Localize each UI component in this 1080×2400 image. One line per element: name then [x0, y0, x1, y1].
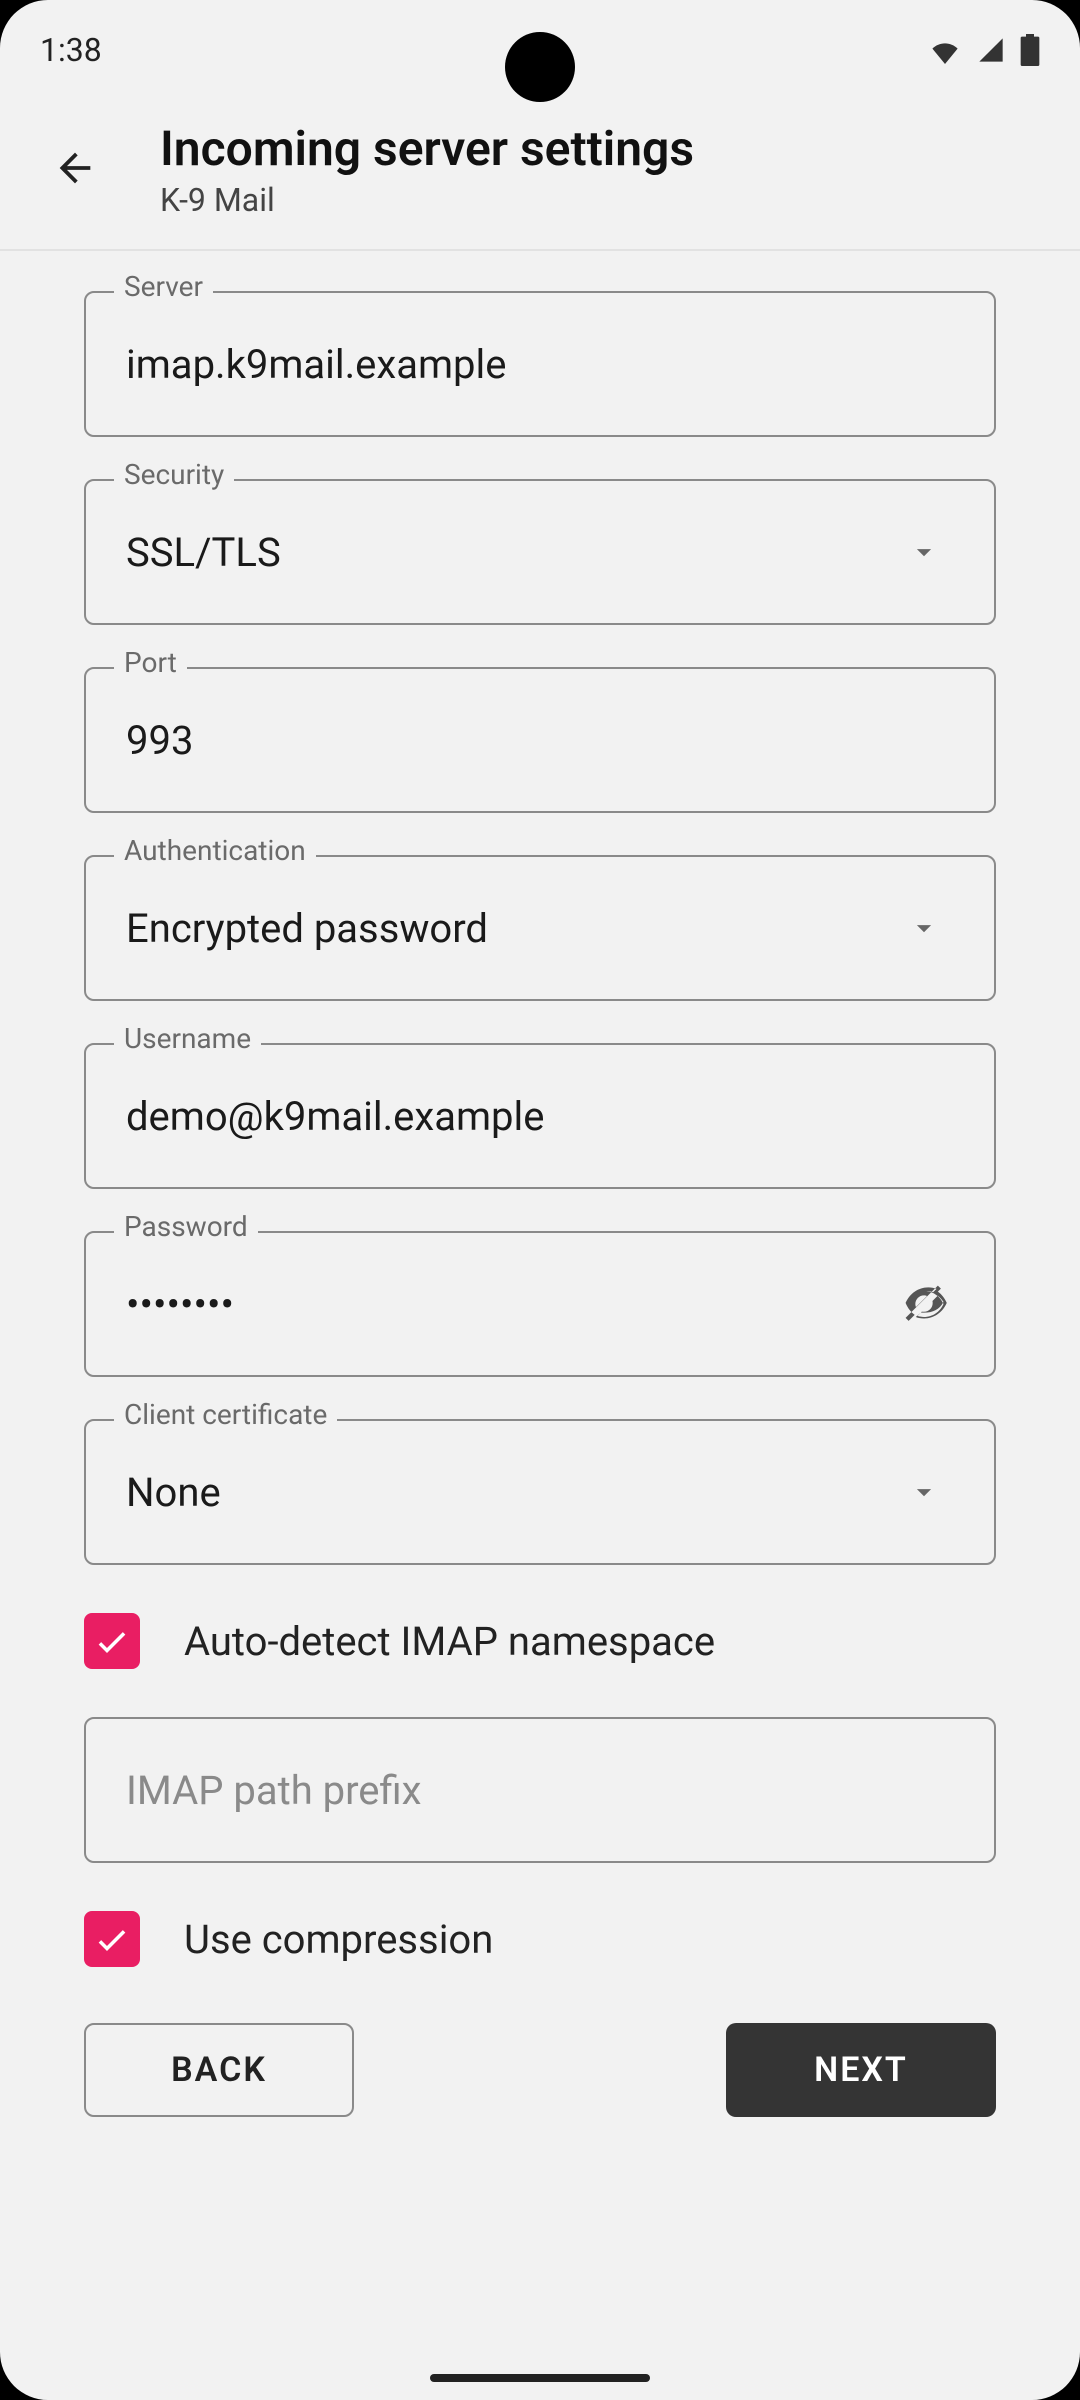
- next-label: NEXT: [814, 2050, 908, 2090]
- password-value: ••••••••: [126, 1281, 894, 1328]
- visibility-off-icon[interactable]: [894, 1274, 954, 1334]
- camera-cutout: [505, 32, 575, 102]
- imap-prefix-placeholder: IMAP path prefix: [126, 1767, 954, 1814]
- page-title: Incoming server settings: [160, 120, 694, 177]
- device-frame: 1:38 Incoming server settings K-9 Mail: [0, 0, 1080, 2400]
- port-field[interactable]: Port 993: [84, 667, 996, 813]
- imap-prefix-field[interactable]: IMAP path prefix: [84, 1717, 996, 1863]
- app-bar-titles: Incoming server settings K-9 Mail: [160, 120, 694, 219]
- client-certificate-value: None: [126, 1469, 894, 1516]
- checkbox-checked-icon: [84, 1911, 140, 1967]
- username-label: Username: [114, 1025, 261, 1053]
- status-icons: [928, 34, 1040, 66]
- back-arrow-icon: [52, 145, 98, 195]
- dropdown-icon: [894, 1462, 954, 1522]
- server-field[interactable]: Server imap.k9mail.example: [84, 291, 996, 437]
- username-field[interactable]: Username demo@k9mail.example: [84, 1043, 996, 1189]
- status-bar: 1:38: [0, 0, 1080, 100]
- back-step-button[interactable]: BACK: [84, 2023, 354, 2117]
- status-time: 1:38: [40, 31, 102, 69]
- cellular-icon: [976, 36, 1006, 64]
- battery-icon: [1020, 34, 1040, 66]
- back-button[interactable]: [30, 125, 120, 215]
- authentication-label: Authentication: [114, 837, 316, 865]
- settings-form: Server imap.k9mail.example Security SSL/…: [0, 251, 1080, 1983]
- page-subtitle: K-9 Mail: [160, 181, 694, 219]
- security-field[interactable]: Security SSL/TLS: [84, 479, 996, 625]
- server-value: imap.k9mail.example: [126, 341, 954, 388]
- footer-buttons: BACK NEXT: [0, 1993, 1080, 2117]
- compression-label: Use compression: [184, 1916, 493, 1963]
- server-label: Server: [114, 273, 213, 301]
- wifi-icon: [928, 36, 962, 64]
- checkbox-checked-icon: [84, 1613, 140, 1669]
- auto-detect-label: Auto-detect IMAP namespace: [184, 1618, 715, 1665]
- username-value: demo@k9mail.example: [126, 1093, 954, 1140]
- auto-detect-row[interactable]: Auto-detect IMAP namespace: [84, 1607, 996, 1675]
- security-label: Security: [114, 461, 234, 489]
- next-button[interactable]: NEXT: [726, 2023, 996, 2117]
- back-step-label: BACK: [171, 2050, 267, 2090]
- password-field[interactable]: Password ••••••••: [84, 1231, 996, 1377]
- client-certificate-label: Client certificate: [114, 1401, 337, 1429]
- password-label: Password: [114, 1213, 258, 1241]
- dropdown-icon: [894, 522, 954, 582]
- gesture-handle[interactable]: [430, 2374, 650, 2382]
- port-label: Port: [114, 649, 187, 677]
- compression-row[interactable]: Use compression: [84, 1905, 996, 1973]
- security-value: SSL/TLS: [126, 529, 894, 576]
- app-bar: Incoming server settings K-9 Mail: [0, 100, 1080, 251]
- dropdown-icon: [894, 898, 954, 958]
- port-value: 993: [126, 717, 954, 764]
- authentication-value: Encrypted password: [126, 905, 894, 952]
- authentication-field[interactable]: Authentication Encrypted password: [84, 855, 996, 1001]
- client-certificate-field[interactable]: Client certificate None: [84, 1419, 996, 1565]
